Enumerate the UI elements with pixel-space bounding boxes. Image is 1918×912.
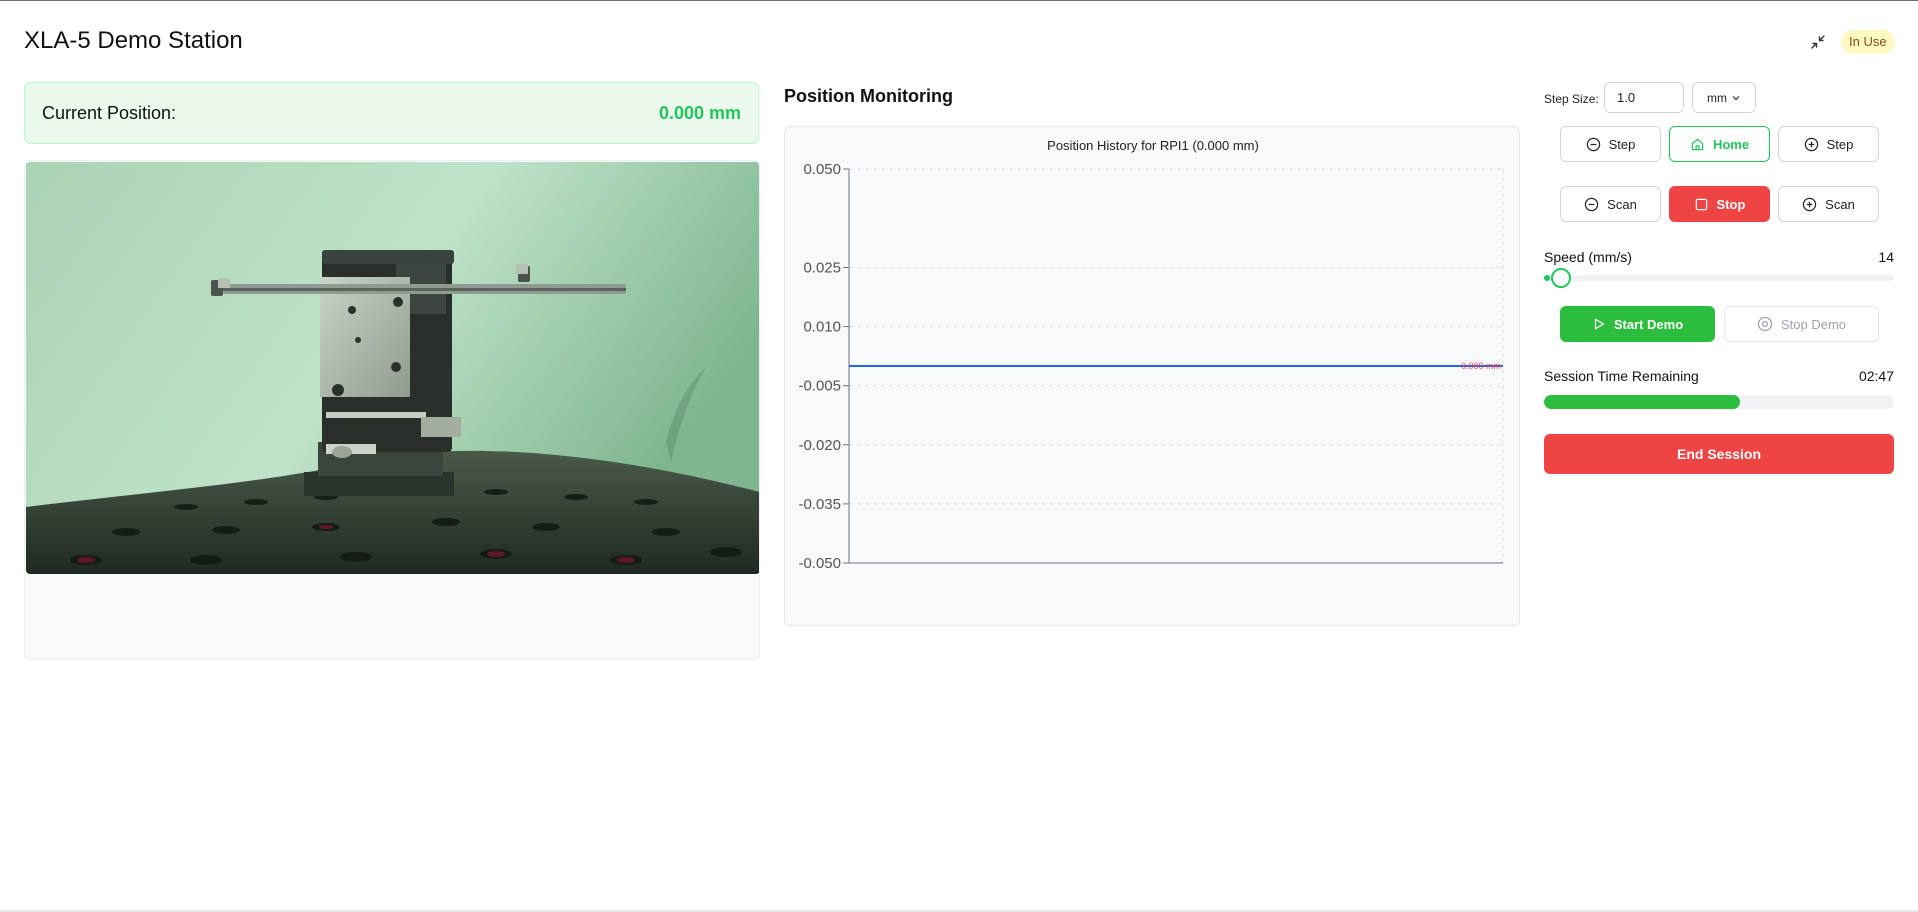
minus-circle-icon xyxy=(1586,137,1600,151)
scan-minus-button[interactable]: Scan xyxy=(1560,186,1661,222)
current-position-label: Current Position: xyxy=(42,102,177,123)
camera-feed xyxy=(26,162,759,574)
window-top-border xyxy=(0,0,1918,1)
start-demo-button[interactable]: Start Demo xyxy=(1560,306,1715,342)
session-progress-track xyxy=(1544,395,1894,409)
chevron-down-icon xyxy=(1732,95,1740,100)
unit-select[interactable]: mm xyxy=(1692,82,1756,113)
session-progress-fill xyxy=(1544,395,1740,409)
home-button[interactable]: Home xyxy=(1669,126,1770,162)
page-title: XLA-5 Demo Station xyxy=(24,27,243,54)
speed-label: Speed (mm/s) xyxy=(1544,249,1632,265)
y-tick-label: 0.050 xyxy=(803,161,841,178)
current-position-value: 0.000 mm xyxy=(658,102,741,123)
home-icon xyxy=(1691,138,1704,150)
scan-minus-label: Scan xyxy=(1607,196,1637,212)
stop-button[interactable]: Stop xyxy=(1669,186,1770,222)
position-monitoring-heading: Position Monitoring xyxy=(784,86,953,106)
step-size-input[interactable] xyxy=(1604,82,1684,113)
plus-circle-icon xyxy=(1802,197,1817,211)
start-demo-label: Start Demo xyxy=(1613,316,1684,332)
step-size-label: Step Size: xyxy=(1544,92,1599,106)
position-chart-card: Position History for RPI1 (0.000 mm) 0.0… xyxy=(784,126,1520,626)
y-tick-label: -0.035 xyxy=(798,496,841,513)
step-minus-label: Step xyxy=(1608,136,1636,152)
camera-panel xyxy=(24,160,760,660)
stop-label: Stop xyxy=(1716,196,1746,212)
collapse-arrows-icon xyxy=(1811,35,1825,49)
y-tick-label: 0.010 xyxy=(803,319,841,336)
position-chart: 0.050 0.025 0.010 -0.005 -0.020 -0.035 -0.050 0… xyxy=(798,161,1504,572)
current-position-card: Current Position: 0.000 mm xyxy=(24,82,759,144)
speed-slider-track[interactable] xyxy=(1544,275,1894,281)
y-tick-label: -0.020 xyxy=(798,437,841,454)
scan-plus-label: Scan xyxy=(1825,196,1855,212)
stop-demo-button[interactable]: Stop Demo xyxy=(1724,306,1879,342)
unit-select-value: mm xyxy=(1707,90,1727,105)
scan-plus-button[interactable]: Scan xyxy=(1778,186,1879,222)
home-label: Home xyxy=(1712,136,1750,152)
status-badge: In Use xyxy=(1841,30,1895,54)
minus-circle-icon xyxy=(1584,197,1599,211)
collapse-button[interactable] xyxy=(1808,32,1828,52)
session-time-value: 02:47 xyxy=(1858,368,1894,384)
speed-slider-fill xyxy=(1544,275,1550,281)
y-tick-label: 0.025 xyxy=(803,260,841,277)
stop-circle-icon xyxy=(1757,316,1773,332)
step-plus-button[interactable]: Step xyxy=(1778,126,1879,162)
session-time-label: Session Time Remaining xyxy=(1544,368,1699,384)
play-icon xyxy=(1594,318,1604,330)
speed-value: 14 xyxy=(1878,249,1894,265)
square-stop-icon xyxy=(1695,198,1707,210)
speed-slider-thumb[interactable] xyxy=(1550,268,1571,288)
series-end-label: 0.000 mm xyxy=(1461,361,1501,371)
y-tick-label: -0.050 xyxy=(798,555,841,572)
y-tick-label: -0.005 xyxy=(798,378,841,395)
step-minus-button[interactable]: Step xyxy=(1560,126,1661,162)
step-plus-label: Step xyxy=(1826,136,1854,152)
stop-demo-label: Stop Demo xyxy=(1780,316,1847,332)
end-session-button[interactable]: End Session xyxy=(1544,434,1894,474)
plus-circle-icon xyxy=(1804,137,1818,151)
